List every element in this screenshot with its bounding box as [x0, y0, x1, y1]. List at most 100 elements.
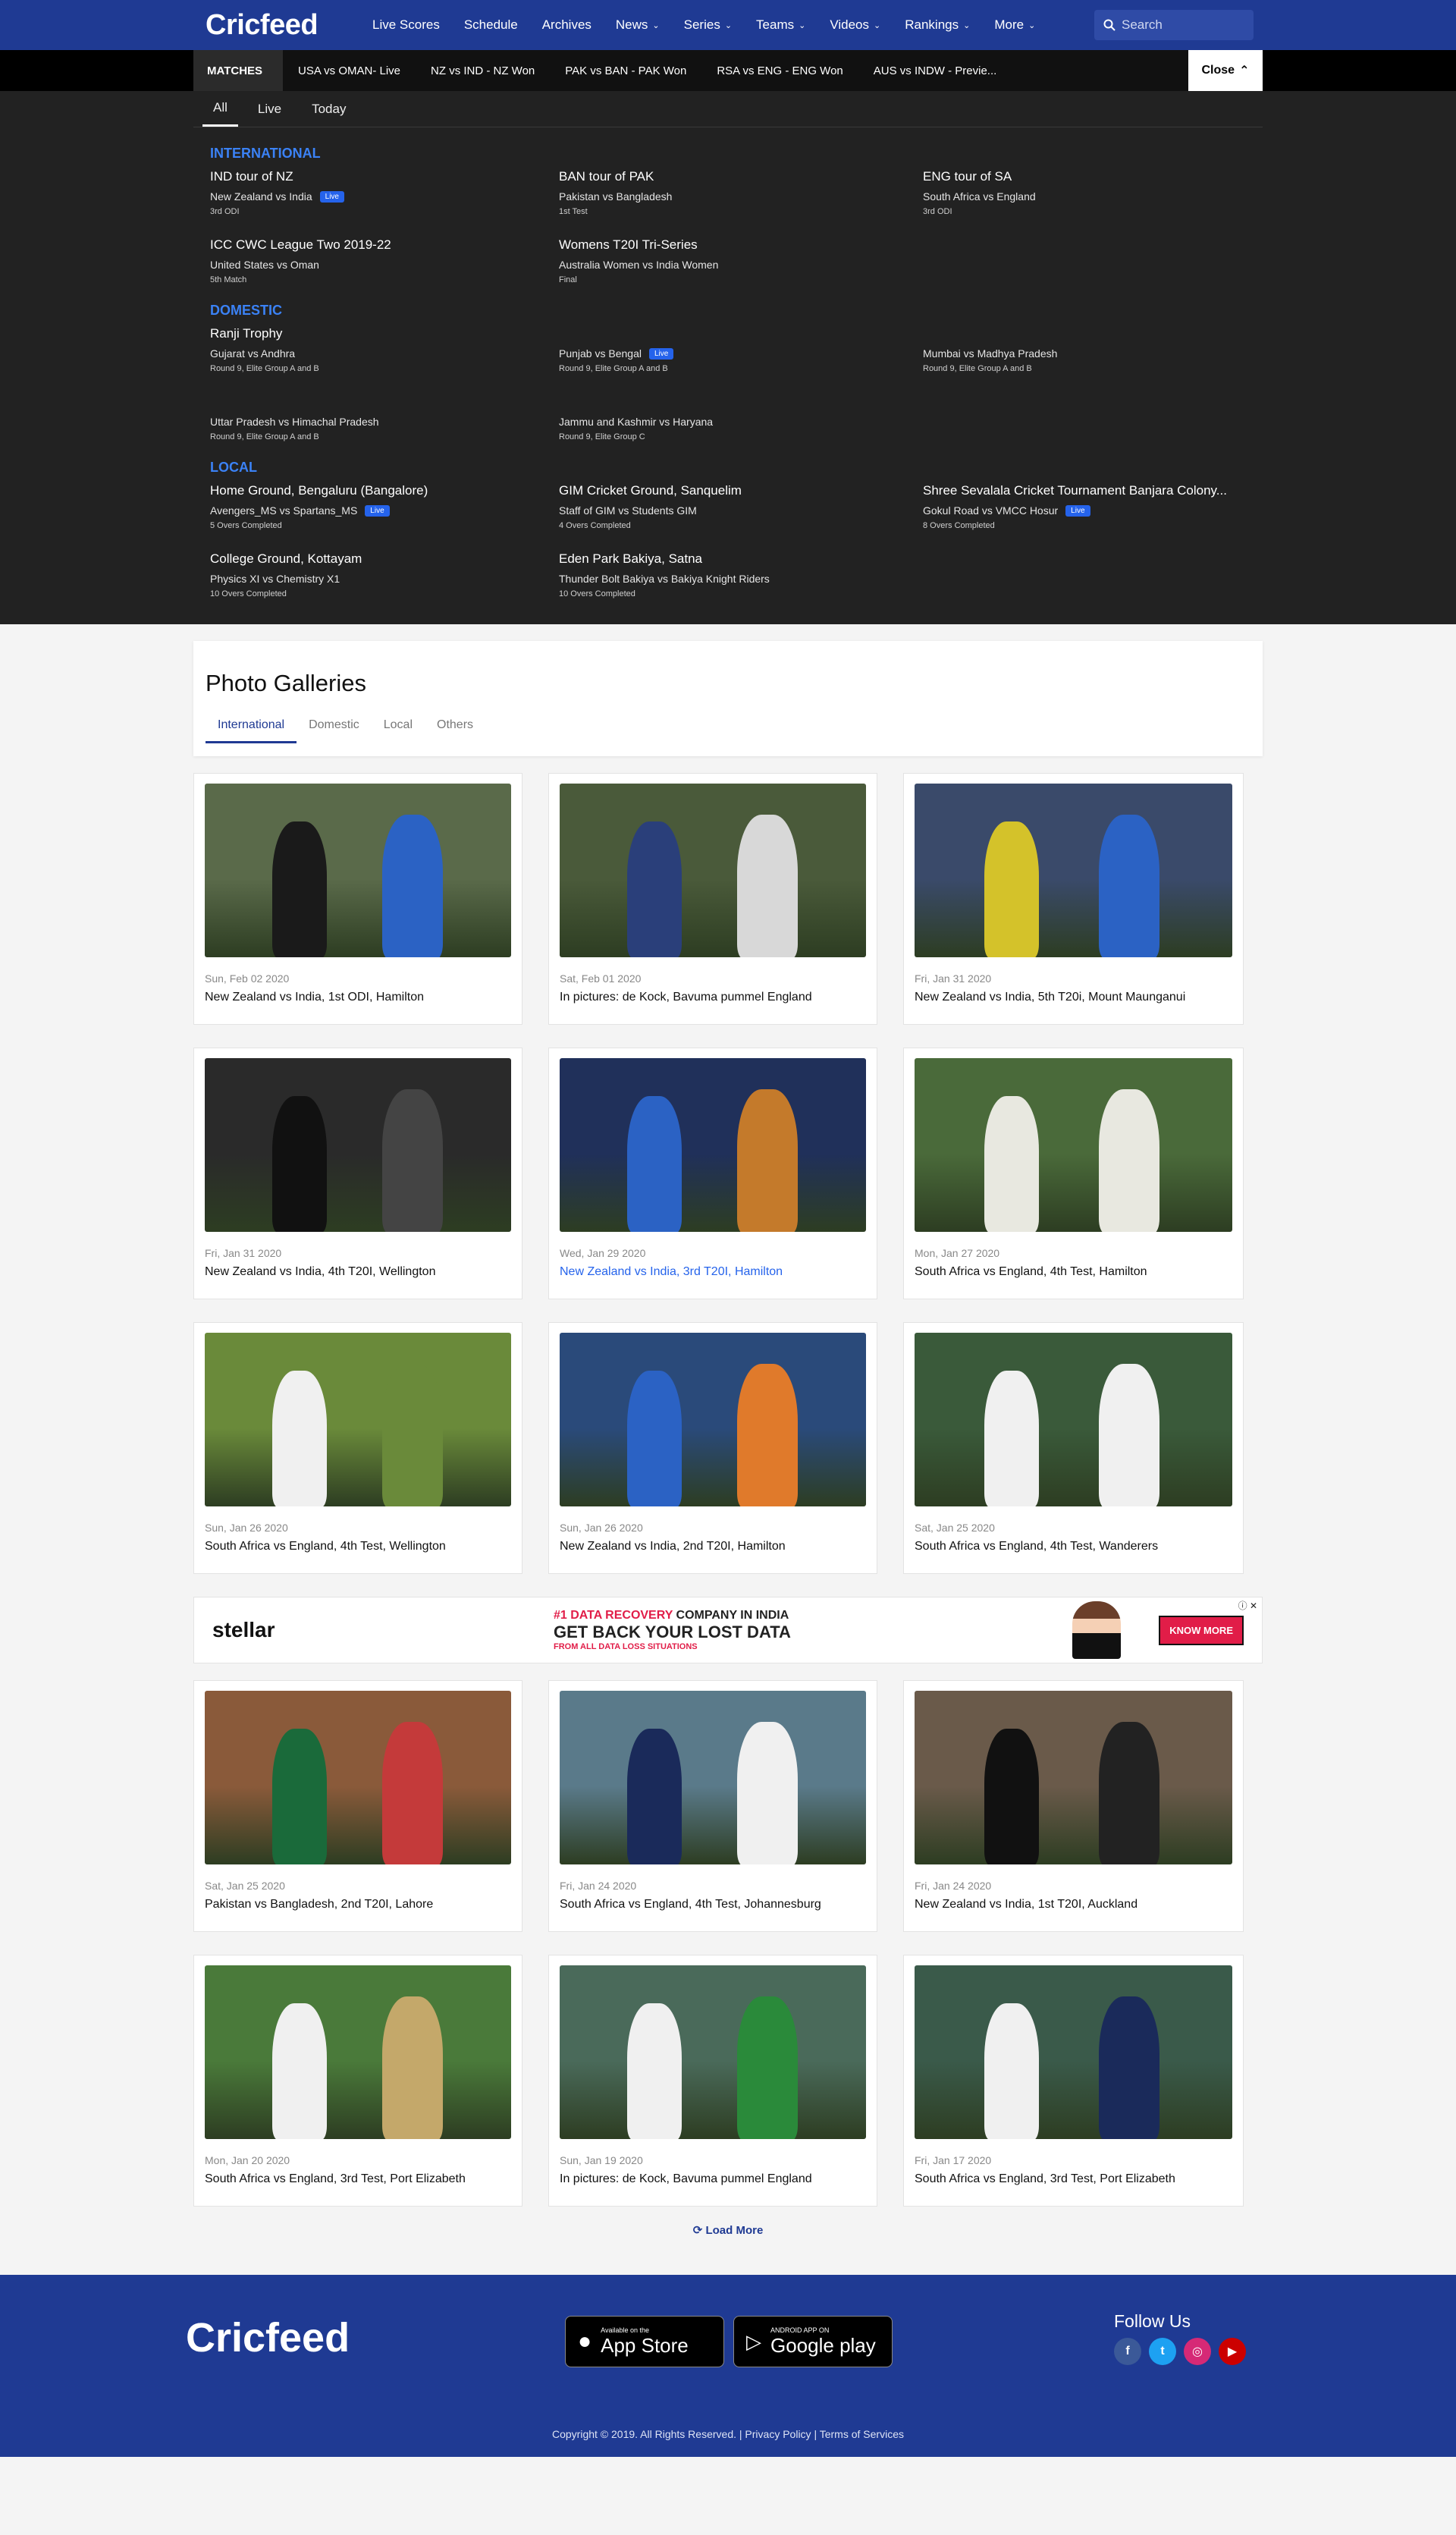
- gallery-thumbnail[interactable]: [205, 1691, 511, 1864]
- tab-all[interactable]: All: [202, 91, 238, 127]
- gallery-title-link[interactable]: South Africa vs England, 4th Test, Johan…: [560, 1898, 866, 1911]
- ticker-match[interactable]: AUS vs INDW - Previe...: [858, 64, 1012, 77]
- match-item[interactable]: IND tour of NZ New Zealand vs India Live 3r…: [210, 169, 559, 216]
- tab-others[interactable]: Others: [425, 718, 485, 743]
- gallery-thumbnail[interactable]: [205, 784, 511, 957]
- match-item[interactable]: Jammu and Kashmir vs Haryana Round 9, Eli…: [559, 394, 923, 441]
- gallery-title-link[interactable]: South Africa vs England, 4th Test, Welli…: [205, 1540, 511, 1553]
- ad-cta-button[interactable]: KNOW MORE: [1159, 1615, 1244, 1645]
- match-item[interactable]: Womens T20I Tri-Series Australia Women vs…: [559, 237, 923, 284]
- ticker-match[interactable]: PAK vs BAN - PAK Won: [550, 64, 701, 77]
- gallery-thumbnail[interactable]: [560, 1333, 866, 1506]
- google-play-button[interactable]: ▷ ANDROID APP ON Google play: [733, 2316, 893, 2367]
- gallery-thumbnail[interactable]: [560, 784, 866, 957]
- instagram-icon[interactable]: ◎: [1184, 2338, 1211, 2365]
- ticker-match[interactable]: RSA vs ENG - ENG Won: [701, 64, 858, 77]
- facebook-icon[interactable]: f: [1114, 2338, 1141, 2365]
- tab-local[interactable]: Local: [372, 718, 425, 743]
- twitter-icon[interactable]: t: [1149, 2338, 1176, 2365]
- footer-logo[interactable]: Cricfeed: [186, 2314, 350, 2361]
- match-item[interactable]: Home Ground, Bengaluru (Bangalore) Avenge…: [210, 483, 559, 530]
- tab-international[interactable]: International: [206, 718, 297, 743]
- nav-item-series[interactable]: Series ⌄: [684, 17, 732, 33]
- close-button[interactable]: Close ⌃: [1188, 50, 1263, 91]
- privacy-link[interactable]: Privacy Policy: [745, 2428, 811, 2440]
- site-logo[interactable]: Cricfeed: [193, 9, 372, 42]
- gallery-card[interactable]: Sun, Jan 26 2020 New Zealand vs India, 2n…: [548, 1322, 877, 1574]
- nav-item-news[interactable]: News ⌄: [616, 17, 660, 33]
- gallery-card[interactable]: Sun, Jan 26 2020 South Africa vs England,…: [193, 1322, 522, 1574]
- search-input[interactable]: [1122, 17, 1235, 33]
- gallery-title-link[interactable]: South Africa vs England, 3rd Test, Port …: [915, 2172, 1232, 2186]
- match-item[interactable]: GIM Cricket Ground, Sanquelim Staff of GI…: [559, 483, 923, 530]
- gallery-title-link[interactable]: South Africa vs England, 4th Test, Wande…: [915, 1540, 1232, 1553]
- gallery-card[interactable]: Sat, Feb 01 2020 In pictures: de Kock, Ba…: [548, 773, 877, 1025]
- gallery-thumbnail[interactable]: [205, 1058, 511, 1232]
- ticker-match[interactable]: USA vs OMAN- Live: [283, 64, 416, 77]
- gallery-title-link[interactable]: New Zealand vs India, 3rd T20I, Hamilton: [560, 1265, 866, 1279]
- nav-item-more[interactable]: More ⌄: [994, 17, 1035, 33]
- gallery-thumbnail[interactable]: [560, 1058, 866, 1232]
- match-item[interactable]: ENG tour of SA South Africa vs England 3rd…: [923, 169, 1279, 216]
- gallery-card[interactable]: Fri, Jan 17 2020 South Africa vs England,…: [903, 1955, 1244, 2207]
- gallery-title-link[interactable]: New Zealand vs India, 5th T20i, Mount Ma…: [915, 991, 1232, 1004]
- youtube-icon[interactable]: ▶: [1219, 2338, 1246, 2365]
- gallery-thumbnail[interactable]: [205, 1333, 511, 1506]
- gallery-title-link[interactable]: South Africa vs England, 4th Test, Hamil…: [915, 1265, 1232, 1279]
- tab-domestic[interactable]: Domestic: [297, 718, 372, 743]
- gallery-card[interactable]: Fri, Jan 24 2020 New Zealand vs India, 1s…: [903, 1680, 1244, 1932]
- nav-item-rankings[interactable]: Rankings ⌄: [905, 17, 970, 33]
- search-box[interactable]: [1094, 10, 1254, 40]
- match-item[interactable]: Shree Sevalala Cricket Tournament Banjar…: [923, 483, 1279, 530]
- nav-item-videos[interactable]: Videos ⌄: [830, 17, 880, 33]
- gallery-card[interactable]: Mon, Jan 20 2020 South Africa vs England,…: [193, 1955, 522, 2207]
- tab-live[interactable]: Live: [247, 91, 292, 127]
- gallery-title-link[interactable]: New Zealand vs India, 2nd T20I, Hamilton: [560, 1540, 866, 1553]
- gallery-card[interactable]: Wed, Jan 29 2020 New Zealand vs India, 3r…: [548, 1048, 877, 1299]
- match-item[interactable]: BAN tour of PAK Pakistan vs Bangladesh 1st…: [559, 169, 923, 216]
- gallery-card[interactable]: Sat, Jan 25 2020 South Africa vs England,…: [903, 1322, 1244, 1574]
- match-item[interactable]: Punjab vs Bengal Live Round 9, Elite Group…: [559, 326, 923, 373]
- match-item[interactable]: Ranji Trophy Gujarat vs Andhra Round 9, El…: [210, 326, 559, 373]
- gallery-card[interactable]: Mon, Jan 27 2020 South Africa vs England,…: [903, 1048, 1244, 1299]
- match-grid: Ranji Trophy Gujarat vs Andhra Round 9, El…: [210, 326, 1247, 441]
- gallery-thumbnail[interactable]: [560, 1965, 866, 2139]
- gallery-title-link[interactable]: New Zealand vs India, 1st T20I, Auckland: [915, 1898, 1232, 1911]
- nav-item-archives[interactable]: Archives: [542, 17, 592, 33]
- terms-link[interactable]: Terms of Services: [820, 2428, 904, 2440]
- match-item[interactable]: Eden Park Bakiya, Satna Thunder Bolt Baki…: [559, 551, 923, 598]
- ad-close-icon[interactable]: ⓘ ✕: [1238, 1599, 1257, 1612]
- gallery-title-link[interactable]: In pictures: de Kock, Bavuma pummel Engl…: [560, 991, 866, 1004]
- match-item[interactable]: Uttar Pradesh vs Himachal Pradesh Round 9…: [210, 394, 559, 441]
- nav-item-live-scores[interactable]: Live Scores: [372, 17, 440, 33]
- gallery-thumbnail[interactable]: [915, 1965, 1232, 2139]
- gallery-title-link[interactable]: New Zealand vs India, 1st ODI, Hamilton: [205, 991, 511, 1004]
- gallery-title-link[interactable]: In pictures: de Kock, Bavuma pummel Engl…: [560, 2172, 866, 2186]
- gallery-card[interactable]: Sat, Jan 25 2020 Pakistan vs Bangladesh, …: [193, 1680, 522, 1932]
- nav-item-schedule[interactable]: Schedule: [464, 17, 518, 33]
- match-item[interactable]: College Ground, Kottayam Physics XI vs Ch…: [210, 551, 559, 598]
- gallery-card[interactable]: Sun, Feb 02 2020 New Zealand vs India, 1s…: [193, 773, 522, 1025]
- gallery-card[interactable]: Fri, Jan 31 2020 New Zealand vs India, 4t…: [193, 1048, 522, 1299]
- nav-item-teams[interactable]: Teams ⌄: [756, 17, 805, 33]
- app-store-button[interactable]: ● Available on the App Store: [565, 2316, 724, 2367]
- gallery-date: Fri, Jan 31 2020: [205, 1247, 282, 1259]
- match-item[interactable]: Mumbai vs Madhya Pradesh Round 9, Elite G…: [923, 326, 1279, 373]
- gallery-thumbnail[interactable]: [915, 1058, 1232, 1232]
- gallery-title-link[interactable]: Pakistan vs Bangladesh, 2nd T20I, Lahore: [205, 1898, 511, 1911]
- gallery-card[interactable]: Sun, Jan 19 2020 In pictures: de Kock, Ba…: [548, 1955, 877, 2207]
- ticker-match[interactable]: NZ vs IND - NZ Won: [416, 64, 550, 77]
- tab-today[interactable]: Today: [301, 91, 356, 127]
- gallery-title-link[interactable]: New Zealand vs India, 4th T20I, Wellingt…: [205, 1265, 511, 1279]
- load-more-button[interactable]: ⟳ Load More: [193, 2223, 1263, 2237]
- gallery-card[interactable]: Fri, Jan 31 2020 New Zealand vs India, 5t…: [903, 773, 1244, 1025]
- gallery-thumbnail[interactable]: [560, 1691, 866, 1864]
- gallery-thumbnail[interactable]: [205, 1965, 511, 2139]
- gallery-thumbnail[interactable]: [915, 1691, 1232, 1864]
- match-item[interactable]: ICC CWC League Two 2019-22 United States …: [210, 237, 559, 284]
- gallery-thumbnail[interactable]: [915, 1333, 1232, 1506]
- gallery-thumbnail[interactable]: [915, 784, 1232, 957]
- gallery-title-link[interactable]: South Africa vs England, 3rd Test, Port …: [205, 2172, 511, 2186]
- gallery-card[interactable]: Fri, Jan 24 2020 South Africa vs England,…: [548, 1680, 877, 1932]
- ad-banner[interactable]: stellar #1 DATA RECOVERY COMPANY IN INDI…: [193, 1597, 1263, 1663]
